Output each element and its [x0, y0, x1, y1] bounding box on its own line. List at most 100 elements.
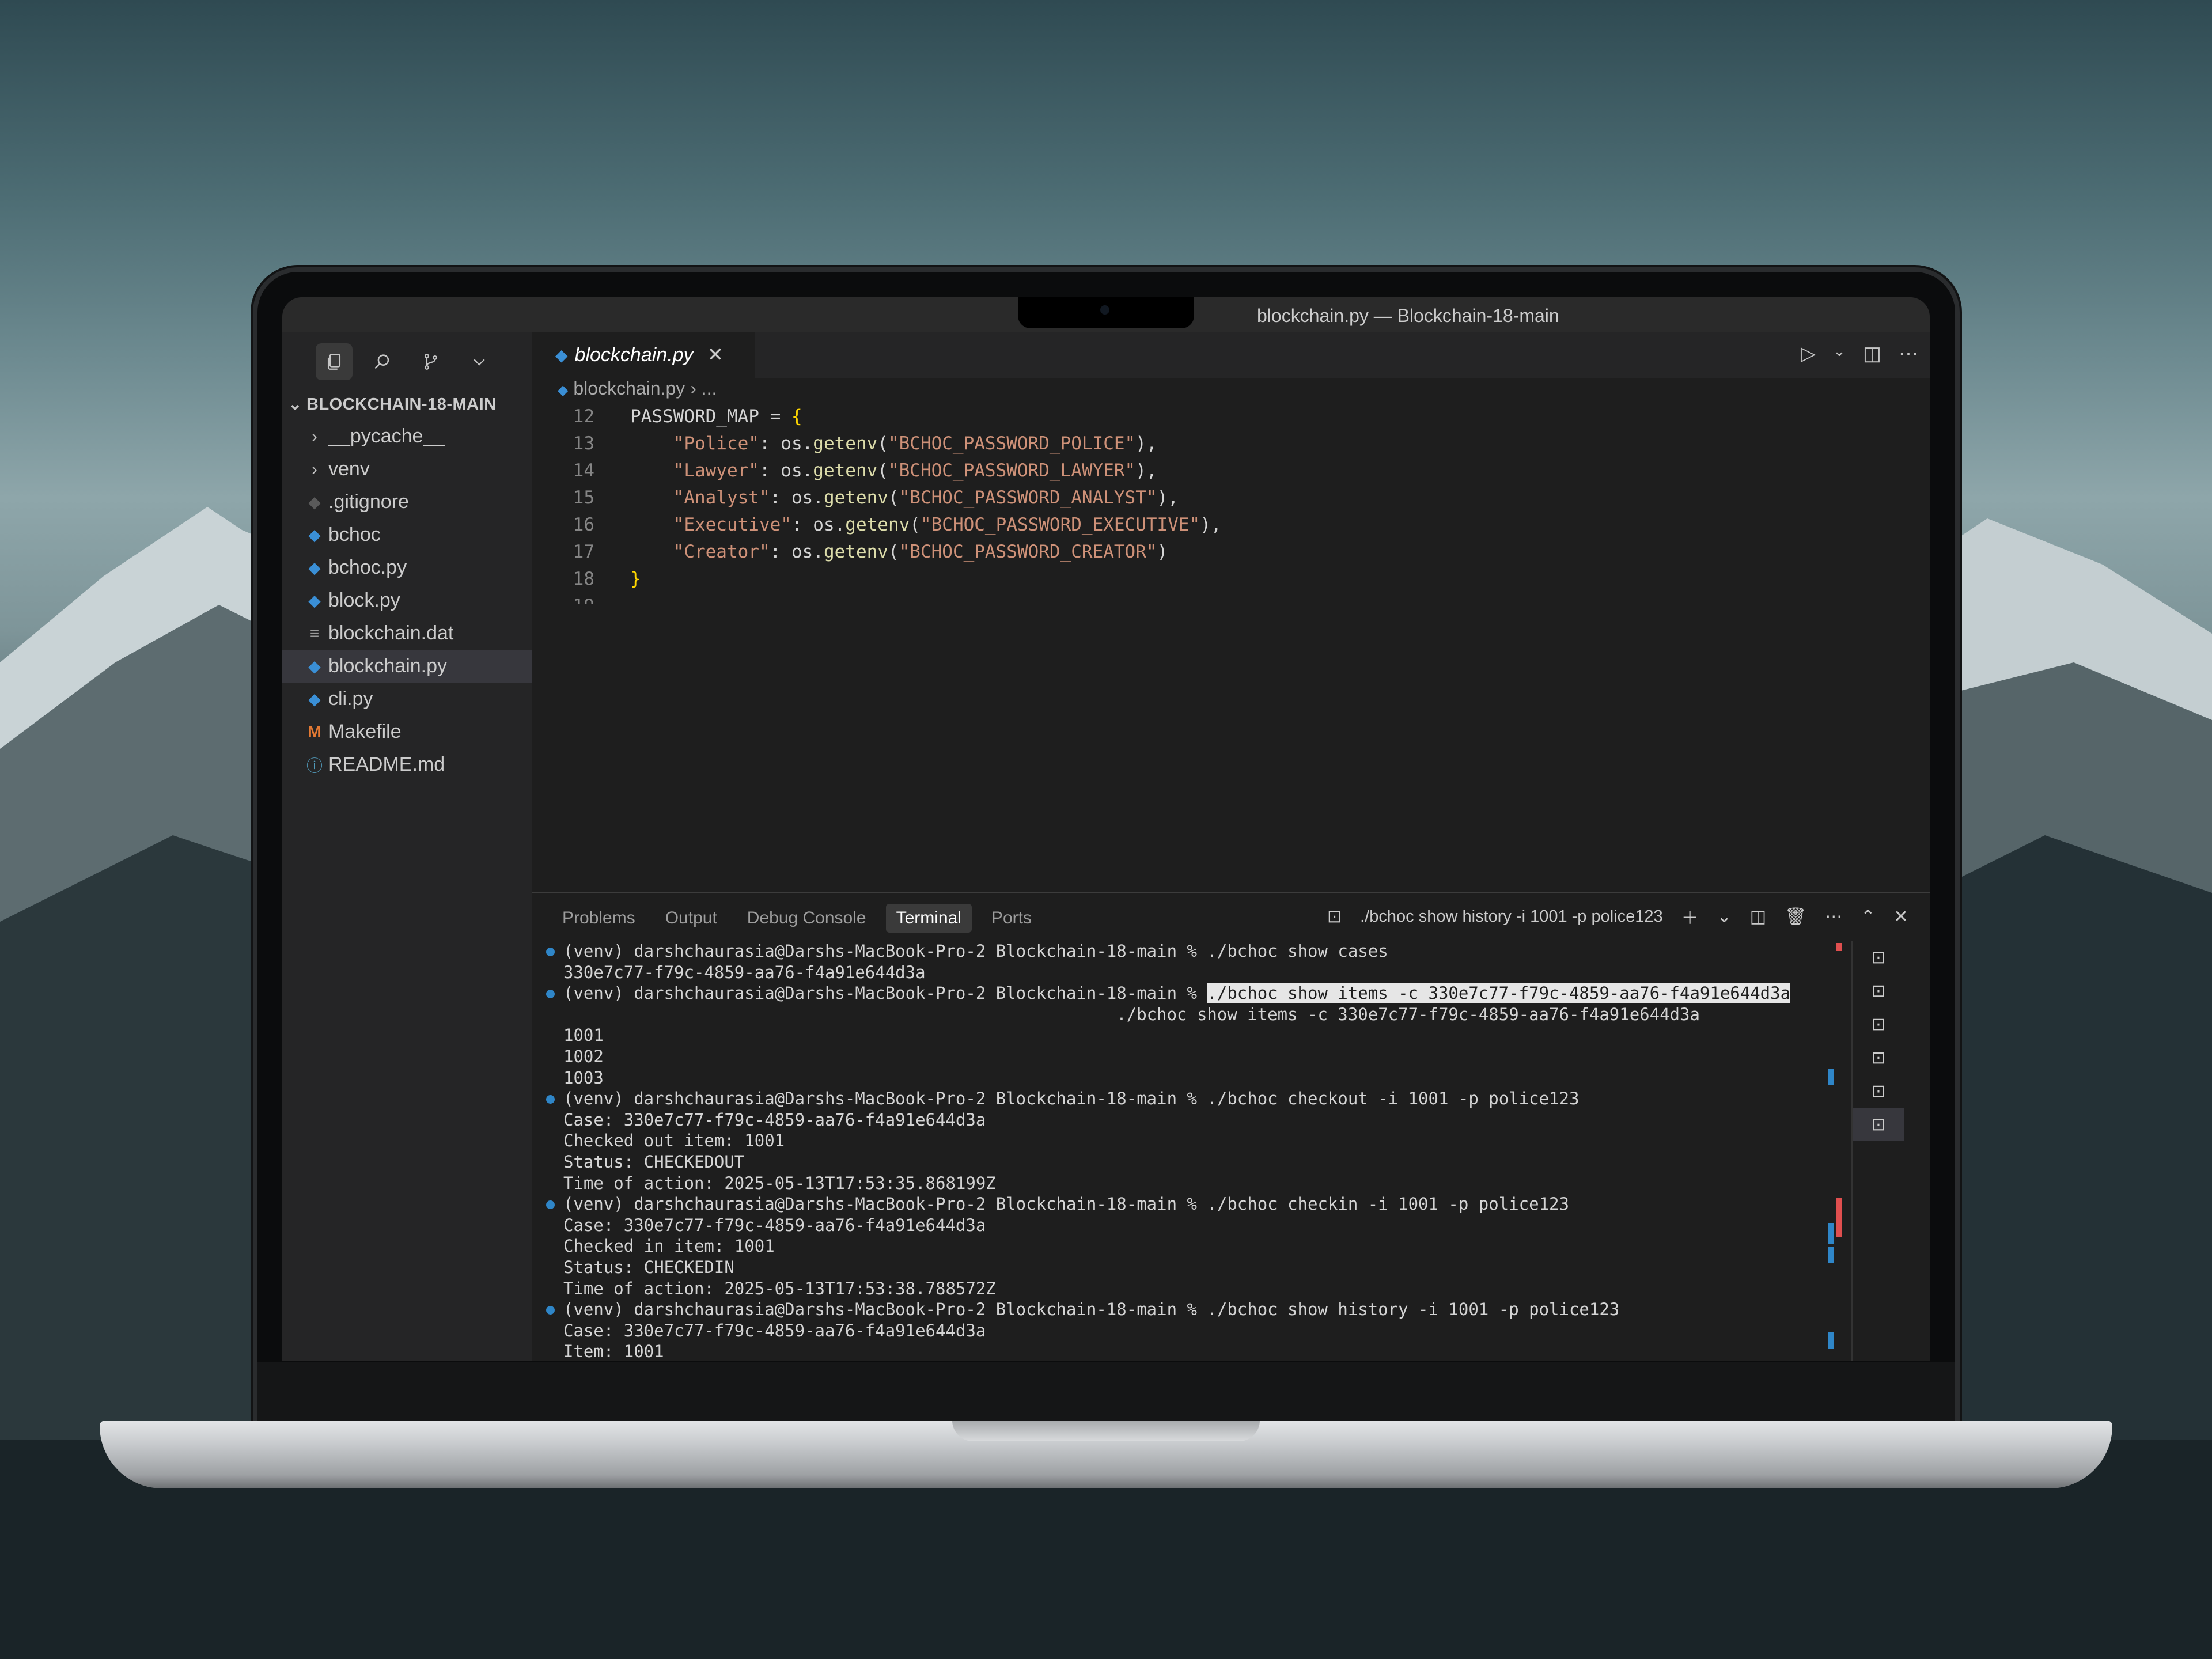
chevron-down-icon[interactable]: ⌄: [1717, 907, 1732, 927]
close-icon[interactable]: ✕: [1893, 907, 1908, 927]
line-number: 18: [573, 569, 594, 589]
camera-notch: [1018, 297, 1194, 328]
file-item[interactable]: ◆ .gitignore: [282, 486, 532, 518]
split-editor-icon[interactable]: ◫: [1863, 342, 1881, 365]
info-mark: [1828, 1069, 1834, 1085]
run-icon[interactable]: ▷: [1801, 342, 1816, 365]
terminal-output[interactable]: (venv) darshchaurasia@Darshs-MacBook-Pro…: [544, 941, 1828, 1361]
python-icon: ◆: [308, 657, 321, 675]
python-icon: ◆: [308, 592, 321, 609]
split-terminal-icon[interactable]: ◫: [1750, 907, 1766, 927]
terminal-instance-icon[interactable]: ⊡: [1853, 1041, 1904, 1074]
file-item[interactable]: › __pycache__: [282, 420, 532, 453]
trash-icon[interactable]: 🗑: [1785, 907, 1806, 927]
file-item-label: block.py: [328, 589, 400, 611]
file-item[interactable]: M Makefile: [282, 715, 532, 748]
line-number: 13: [573, 433, 594, 454]
terminal-text: Checked out item: 1001: [563, 1131, 785, 1151]
more-icon[interactable]: ⋯: [1825, 907, 1842, 927]
vscode-window: blockchain.py — Blockchain-18-main ⌄ BLOC…: [282, 297, 1930, 1361]
file-item[interactable]: ◆ bchoc.py: [282, 551, 532, 584]
code-line: 19: [532, 593, 1930, 604]
terminal-scrollbar[interactable]: [1828, 941, 1846, 1361]
source-control-icon[interactable]: [412, 343, 449, 380]
explorer-root-label: BLOCKCHAIN-18-MAIN: [306, 395, 497, 414]
file-item[interactable]: ◆ bchoc: [282, 518, 532, 551]
terminal-text: Checked in item: 1001: [563, 1236, 775, 1256]
code-text: }: [630, 569, 641, 589]
laptop-bezel: [257, 1362, 1955, 1422]
tab-debug-console[interactable]: Debug Console: [737, 904, 877, 933]
selected-text: ./bchoc show items -c 330e7c77-f79c-4859…: [1207, 983, 1791, 1003]
command-status-icon[interactable]: [546, 1200, 555, 1210]
file-item[interactable]: ◆ cli.py: [282, 683, 532, 715]
file-item[interactable]: ◆ blockchain.py: [282, 650, 532, 683]
code-editor[interactable]: 12 PASSWORD_MAP = {13 "Police": os.getenv…: [532, 403, 1930, 604]
error-mark: [1836, 1198, 1842, 1237]
terminal-line: Time of action: 2025-05-13T17:53:38.7885…: [544, 1278, 1828, 1300]
file-item[interactable]: › venv: [282, 453, 532, 486]
chevron-down-icon[interactable]: ⌄: [1833, 342, 1846, 365]
more-icon[interactable]: ⋯: [1899, 342, 1918, 365]
command-status-icon[interactable]: [546, 1306, 555, 1315]
file-item[interactable]: ≡ blockchain.dat: [282, 617, 532, 650]
code-line: 17 "Creator": os.getenv("BCHOC_PASSWORD_…: [532, 539, 1930, 566]
makefile-icon: M: [308, 722, 321, 741]
chevron-up-icon[interactable]: ⌃: [1861, 907, 1875, 927]
terminal-line: Time of action: 2025-05-13T17:53:35.8681…: [544, 1173, 1828, 1194]
terminal-line: Case: 330e7c77-f79c-4859-aa76-f4a91e644d…: [544, 1320, 1828, 1342]
terminal-line: (venv) darshchaurasia@Darshs-MacBook-Pro…: [544, 1088, 1828, 1109]
terminal-line: 1001: [544, 1025, 1828, 1046]
python-icon: ◆: [308, 690, 321, 708]
terminal-text: Time of action: 2025-05-13T17:53:38.7885…: [563, 1278, 996, 1298]
file-item[interactable]: ◆ block.py: [282, 584, 532, 617]
git-icon: ◆: [308, 493, 321, 511]
panel-tabs: Problems Output Debug Console Terminal Ports: [552, 904, 1042, 933]
python-icon: ◆: [308, 526, 321, 544]
file-item-label: .gitignore: [328, 491, 409, 513]
search-icon[interactable]: [364, 343, 401, 380]
explorer-root-folder[interactable]: ⌄ BLOCKCHAIN-18-MAIN: [288, 394, 497, 414]
window-title: blockchain.py — Blockchain-18-main: [1257, 305, 1559, 326]
terminal-text: (venv) darshchaurasia@Darshs-MacBook-Pro…: [563, 1194, 1569, 1214]
file-tree: › __pycache__ › venv ◆ .gitignore ◆ bchoc ◆ bchoc…: [282, 420, 532, 781]
code-text: PASSWORD_MAP = {: [630, 406, 802, 427]
file-item[interactable]: ⓘ README.md: [282, 748, 532, 781]
terminal-text: Case: 330e7c77-f79c-4859-aa76-f4a91e644d…: [563, 1320, 986, 1340]
terminal-text: (venv) darshchaurasia@Darshs-MacBook-Pro…: [563, 1300, 1620, 1320]
breadcrumb[interactable]: ◆ blockchain.py › ...: [532, 378, 1930, 403]
tab-output[interactable]: Output: [655, 904, 728, 933]
info-mark: [1828, 1247, 1834, 1263]
laptop-base-notch: [952, 1421, 1260, 1441]
new-terminal-icon[interactable]: ＋: [1681, 904, 1699, 929]
terminal-text: 330e7c77-f79c-4859-aa76-f4a91e644d3a: [563, 962, 926, 982]
terminal-line: 1002: [544, 1046, 1828, 1067]
command-status-icon[interactable]: [546, 948, 555, 956]
chevron-down-icon[interactable]: [461, 343, 498, 380]
chevron-down-icon: ⌄: [288, 395, 302, 414]
terminal-line: Item: 1001: [544, 1341, 1828, 1361]
tab-terminal[interactable]: Terminal: [885, 904, 972, 933]
code-line: 18}: [532, 566, 1930, 593]
terminal-instance-icon[interactable]: ⊡: [1853, 1108, 1904, 1141]
file-item-label: cli.py: [328, 688, 373, 710]
files-icon[interactable]: [316, 343, 353, 380]
info-mark: [1828, 1223, 1834, 1244]
terminal-actions: ⊡ ./bchoc show history -i 1001 -p police…: [1327, 904, 1908, 929]
code-text: "Police": os.getenv("BCHOC_PASSWORD_POLI…: [673, 433, 1157, 454]
terminal-title[interactable]: ./bchoc show history -i 1001 -p police12…: [1360, 907, 1663, 926]
terminal-instance-icon[interactable]: ⊡: [1853, 1074, 1904, 1108]
command-status-icon[interactable]: [546, 1095, 555, 1104]
terminal-instance-icon[interactable]: ⊡: [1853, 1007, 1904, 1041]
tab-problems[interactable]: Problems: [552, 904, 646, 933]
tab-ports[interactable]: Ports: [981, 904, 1042, 933]
editor-tab-bar: ◆ blockchain.py ✕ ▷ ⌄ ◫ ⋯: [532, 332, 1930, 378]
terminal-instance-icon[interactable]: ⊡: [1853, 941, 1904, 974]
command-status-icon[interactable]: [546, 990, 555, 999]
tab-blockchain-py[interactable]: ◆ blockchain.py ✕: [532, 332, 755, 378]
terminal-line: Checked in item: 1001: [544, 1236, 1828, 1257]
close-icon[interactable]: ✕: [707, 343, 724, 366]
tab-label: blockchain.py: [574, 343, 694, 366]
code-line: 16 "Executive": os.getenv("BCHOC_PASSWOR…: [532, 512, 1930, 539]
terminal-instance-icon[interactable]: ⊡: [1853, 974, 1904, 1007]
